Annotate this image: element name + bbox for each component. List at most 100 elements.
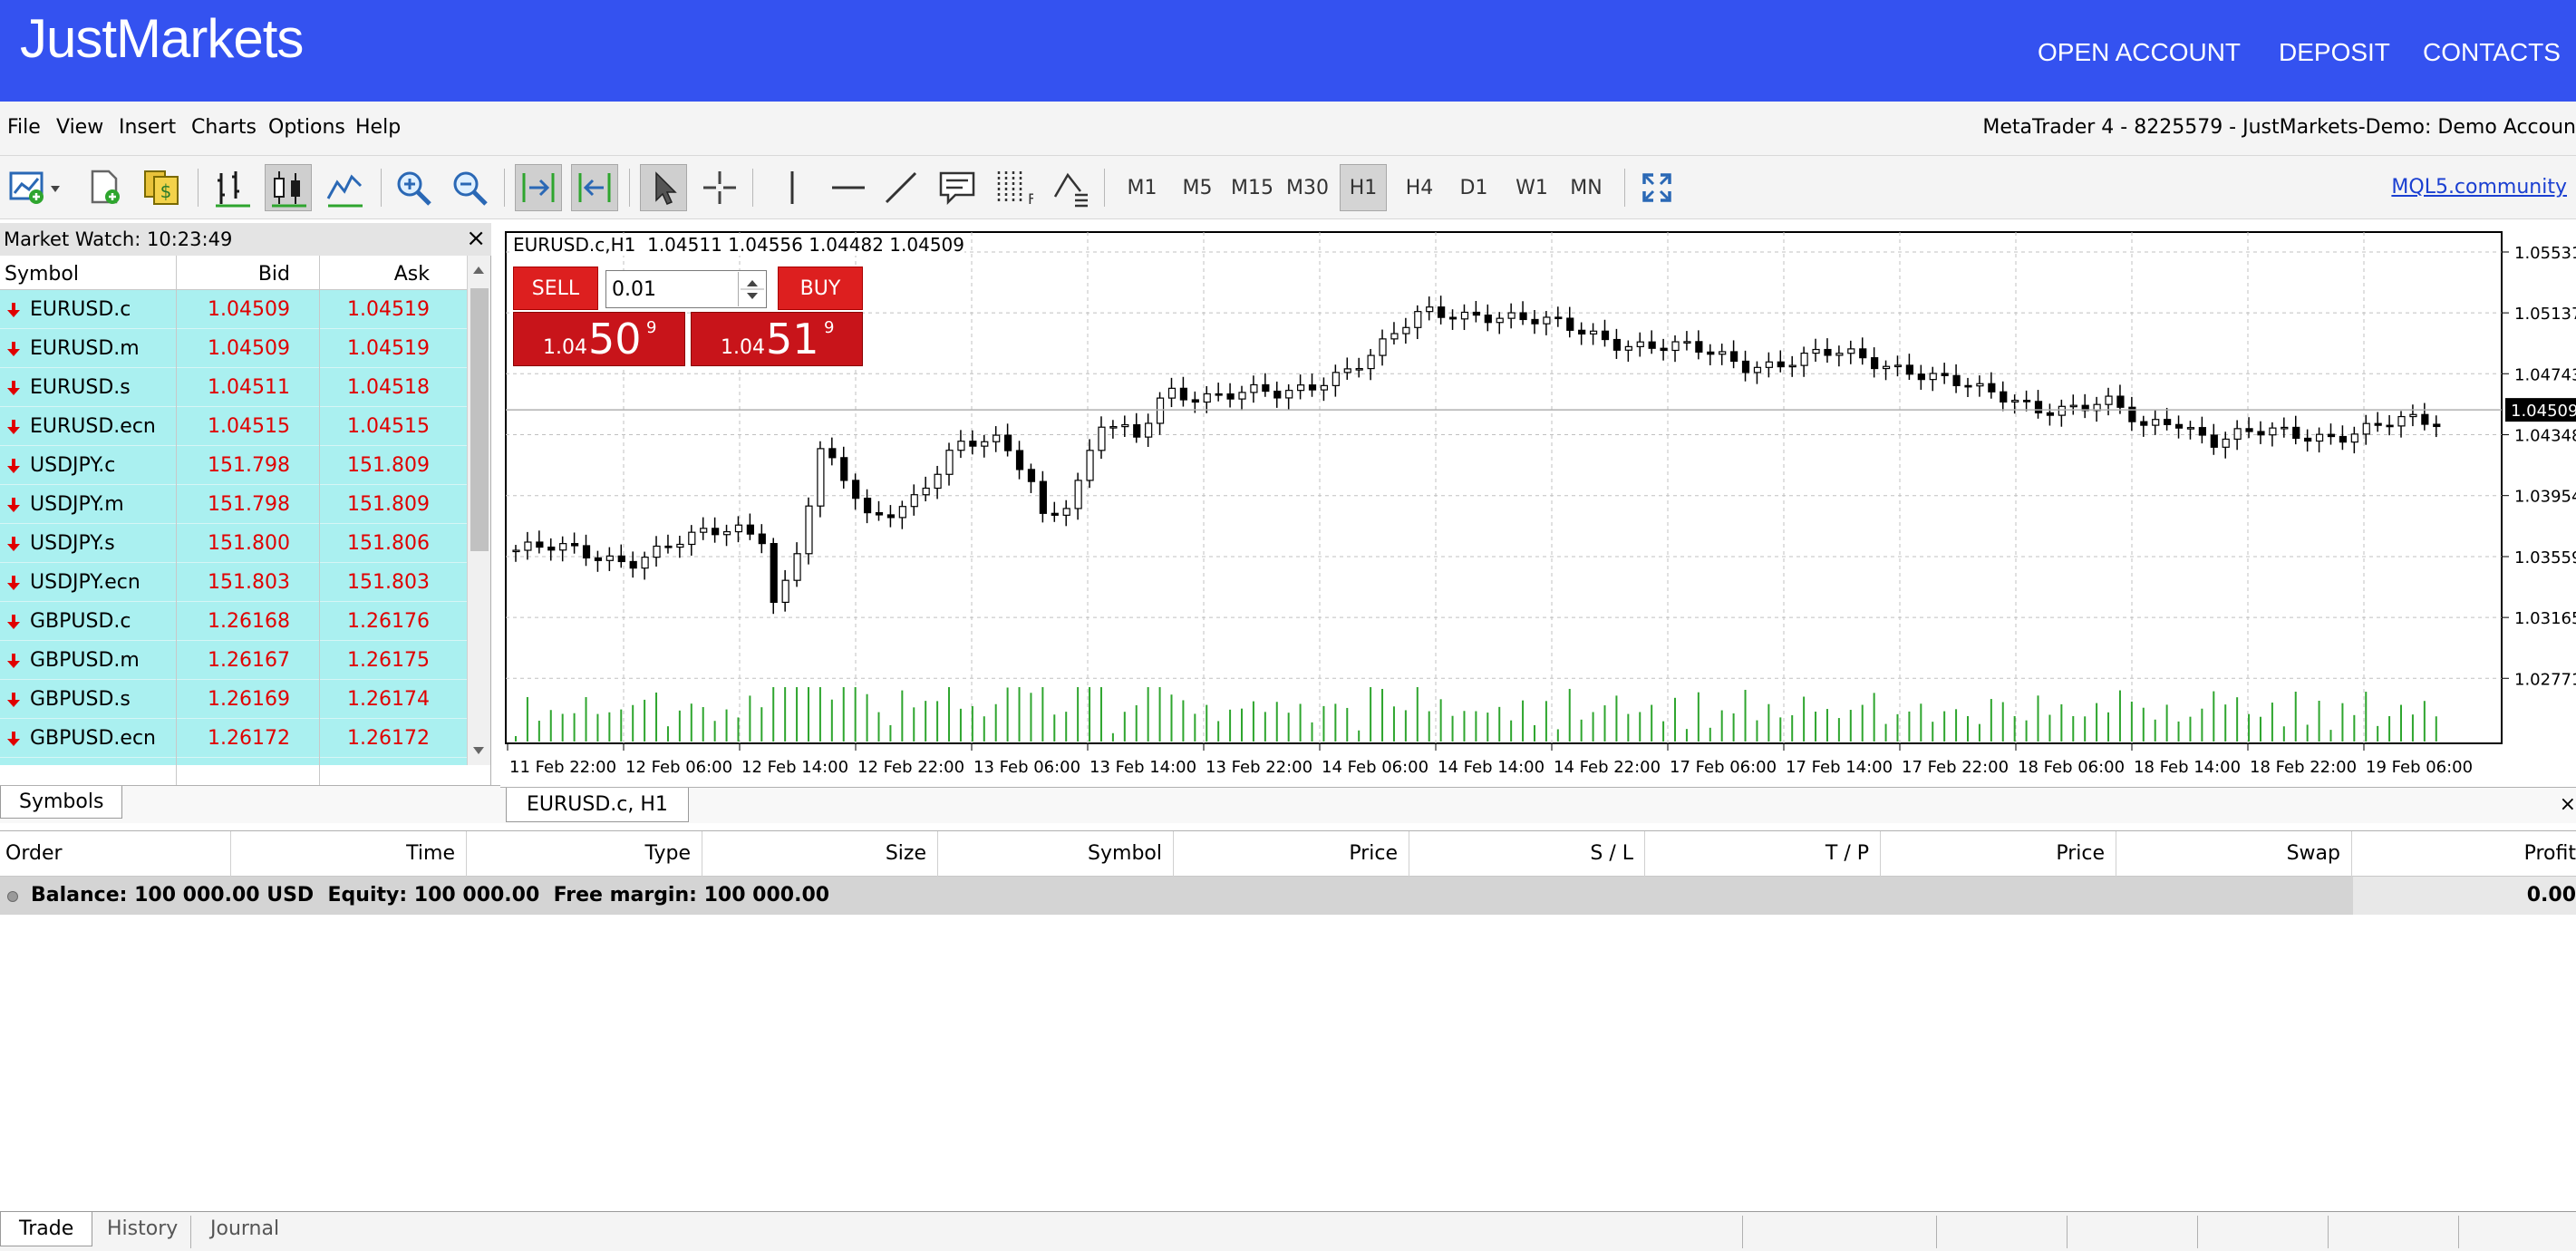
menu-view[interactable]: View <box>56 116 103 139</box>
candlestick-chart-button[interactable] <box>265 164 312 211</box>
status-bar-divider <box>2197 1216 2198 1248</box>
price-down-icon <box>7 576 20 590</box>
timeframe-w1[interactable]: W1 <box>1508 164 1555 211</box>
price-axis-label: 1.03165 <box>2514 609 2576 628</box>
zoom-in-button[interactable] <box>390 164 437 211</box>
tab-journal[interactable]: Journal <box>210 1217 279 1240</box>
column-profit[interactable]: Profit <box>2524 842 2576 865</box>
column-price[interactable]: Price <box>1349 842 1398 865</box>
symbol-name: EURUSD.ecn <box>30 415 156 438</box>
new-profile-button[interactable] <box>82 164 129 211</box>
column-ask[interactable]: Ask <box>394 263 430 286</box>
candle-body <box>1191 399 1199 403</box>
buy-price-sup: 9 <box>824 318 835 337</box>
balance-row[interactable]: Balance: 100 000.00 USD Equity: 100 000.… <box>0 877 2576 915</box>
column-take-profit[interactable]: T / P <box>1825 842 1869 865</box>
timeframe-h1[interactable]: H1 <box>1340 164 1387 211</box>
ask-price: 1.26176 <box>347 610 430 633</box>
objects-menu-button[interactable] <box>1046 164 1093 211</box>
bid-price: 1.26167 <box>208 649 290 672</box>
column-current-price[interactable]: Price <box>2056 842 2105 865</box>
menu-options[interactable]: Options <box>268 116 345 139</box>
menu-charts[interactable]: Charts <box>191 116 257 139</box>
market-watch-row[interactable]: EURUSD.ecn 1.04515 1.04515 <box>0 407 468 446</box>
tab-history[interactable]: History <box>107 1217 178 1240</box>
candle-body <box>2011 400 2019 403</box>
timeframe-d1[interactable]: D1 <box>1450 164 1497 211</box>
auto-scroll-button[interactable] <box>515 164 562 211</box>
nav-open-account[interactable]: OPEN ACCOUNT <box>2038 38 2241 67</box>
brand-logo[interactable]: JustMarkets <box>20 7 304 70</box>
menu-file[interactable]: File <box>7 116 41 139</box>
column-type[interactable]: Type <box>644 842 691 865</box>
timeframe-m15[interactable]: M15 <box>1225 164 1279 211</box>
column-divider <box>1644 831 1645 877</box>
tab-chart-eurusd[interactable]: EURUSD.c, H1 <box>506 788 689 822</box>
nav-contacts[interactable]: CONTACTS <box>2423 38 2561 67</box>
market-watch-row[interactable]: GBPUSD.s 1.26169 1.26174 <box>0 680 468 719</box>
new-chart-button[interactable] <box>4 164 67 211</box>
column-symbol[interactable]: Symbol <box>5 263 79 286</box>
sell-price-box[interactable]: 1.04 50 9 <box>513 312 685 366</box>
column-size[interactable]: Size <box>886 842 926 865</box>
column-order[interactable]: Order <box>5 842 63 865</box>
timeframe-m5[interactable]: M5 <box>1174 164 1221 211</box>
market-watch-button[interactable]: $ <box>138 164 185 211</box>
timeframe-m1[interactable]: M1 <box>1119 164 1166 211</box>
trendline-button[interactable] <box>877 164 925 211</box>
column-divider <box>466 831 467 877</box>
candle-body <box>817 448 825 507</box>
vertical-line-button[interactable] <box>769 164 816 211</box>
market-watch-row[interactable]: GBPUSD.ecn 1.26172 1.26172 <box>0 719 468 758</box>
scrollbar-thumb[interactable] <box>470 288 489 551</box>
candle-body <box>863 498 872 514</box>
menu-help[interactable]: Help <box>355 116 401 139</box>
line-chart-button[interactable] <box>321 164 368 211</box>
chart-shift-button[interactable] <box>571 164 618 211</box>
menu-insert[interactable]: Insert <box>119 116 176 139</box>
column-stop-loss[interactable]: S / L <box>1590 842 1633 865</box>
market-watch-row[interactable]: GBPUSD.m 1.26167 1.26175 <box>0 641 468 680</box>
market-watch-scrollbar[interactable] <box>467 256 490 765</box>
market-watch-row[interactable]: USDJPY.c 151.798 151.809 <box>0 446 468 485</box>
zoom-out-button[interactable] <box>446 164 493 211</box>
tab-trade[interactable]: Trade <box>0 1212 93 1246</box>
market-watch-row[interactable]: EURUSD.s 1.04511 1.04518 <box>0 368 468 407</box>
nav-deposit[interactable]: DEPOSIT <box>2279 38 2390 67</box>
market-watch-close-button[interactable]: × <box>466 225 486 252</box>
column-time[interactable]: Time <box>406 842 455 865</box>
market-watch-row[interactable]: USDJPY.ecn 151.803 151.803 <box>0 563 468 602</box>
timeframe-mn[interactable]: MN <box>1563 164 1610 211</box>
market-watch-row[interactable]: USDJPY.m 151.798 151.809 <box>0 485 468 524</box>
status-bar-divider <box>1936 1216 1937 1248</box>
column-swap[interactable]: Swap <box>2287 842 2340 865</box>
lot-stepper[interactable] <box>738 272 765 306</box>
candle-body <box>2386 424 2394 428</box>
cursor-button[interactable] <box>640 164 687 211</box>
market-watch-row[interactable]: USDCHF.c0.904580.90471 <box>0 758 468 765</box>
timeframe-m30[interactable]: M30 <box>1281 164 1334 211</box>
candle-body <box>746 524 754 535</box>
fullscreen-button[interactable] <box>1633 164 1680 211</box>
crosshair-button[interactable] <box>696 164 743 211</box>
market-watch-row[interactable]: EURUSD.c 1.04509 1.04519 <box>0 290 468 329</box>
bar-chart-button[interactable] <box>208 164 256 211</box>
column-symbol[interactable]: Symbol <box>1088 842 1162 865</box>
text-label-button[interactable] <box>934 164 981 211</box>
fibonacci-button[interactable]: F <box>990 164 1037 211</box>
market-watch-row[interactable]: USDJPY.s 151.800 151.806 <box>0 524 468 563</box>
chart-window[interactable]: 1.05531 1.05137 1.04743 1.04348 1.03954 1.035… <box>500 227 2576 787</box>
horizontal-line-button[interactable] <box>825 164 872 211</box>
time-axis-label: 18 Feb 14:00 <box>2134 758 2241 777</box>
sell-button[interactable]: SELL <box>513 267 598 310</box>
tab-symbols[interactable]: Symbols <box>0 786 123 819</box>
chart-tab-close-button[interactable]: × <box>2560 793 2576 816</box>
market-watch-row[interactable]: GBPUSD.c 1.26168 1.26176 <box>0 602 468 641</box>
buy-price-box[interactable]: 1.04 51 9 <box>691 312 863 366</box>
market-watch-row[interactable]: EURUSD.m 1.04509 1.04519 <box>0 329 468 368</box>
ask-price: 1.04519 <box>347 337 430 360</box>
buy-button[interactable]: BUY <box>778 267 863 310</box>
timeframe-h4[interactable]: H4 <box>1396 164 1443 211</box>
mql5-community-link[interactable]: MQL5.community <box>2391 176 2567 199</box>
column-bid[interactable]: Bid <box>258 263 290 286</box>
